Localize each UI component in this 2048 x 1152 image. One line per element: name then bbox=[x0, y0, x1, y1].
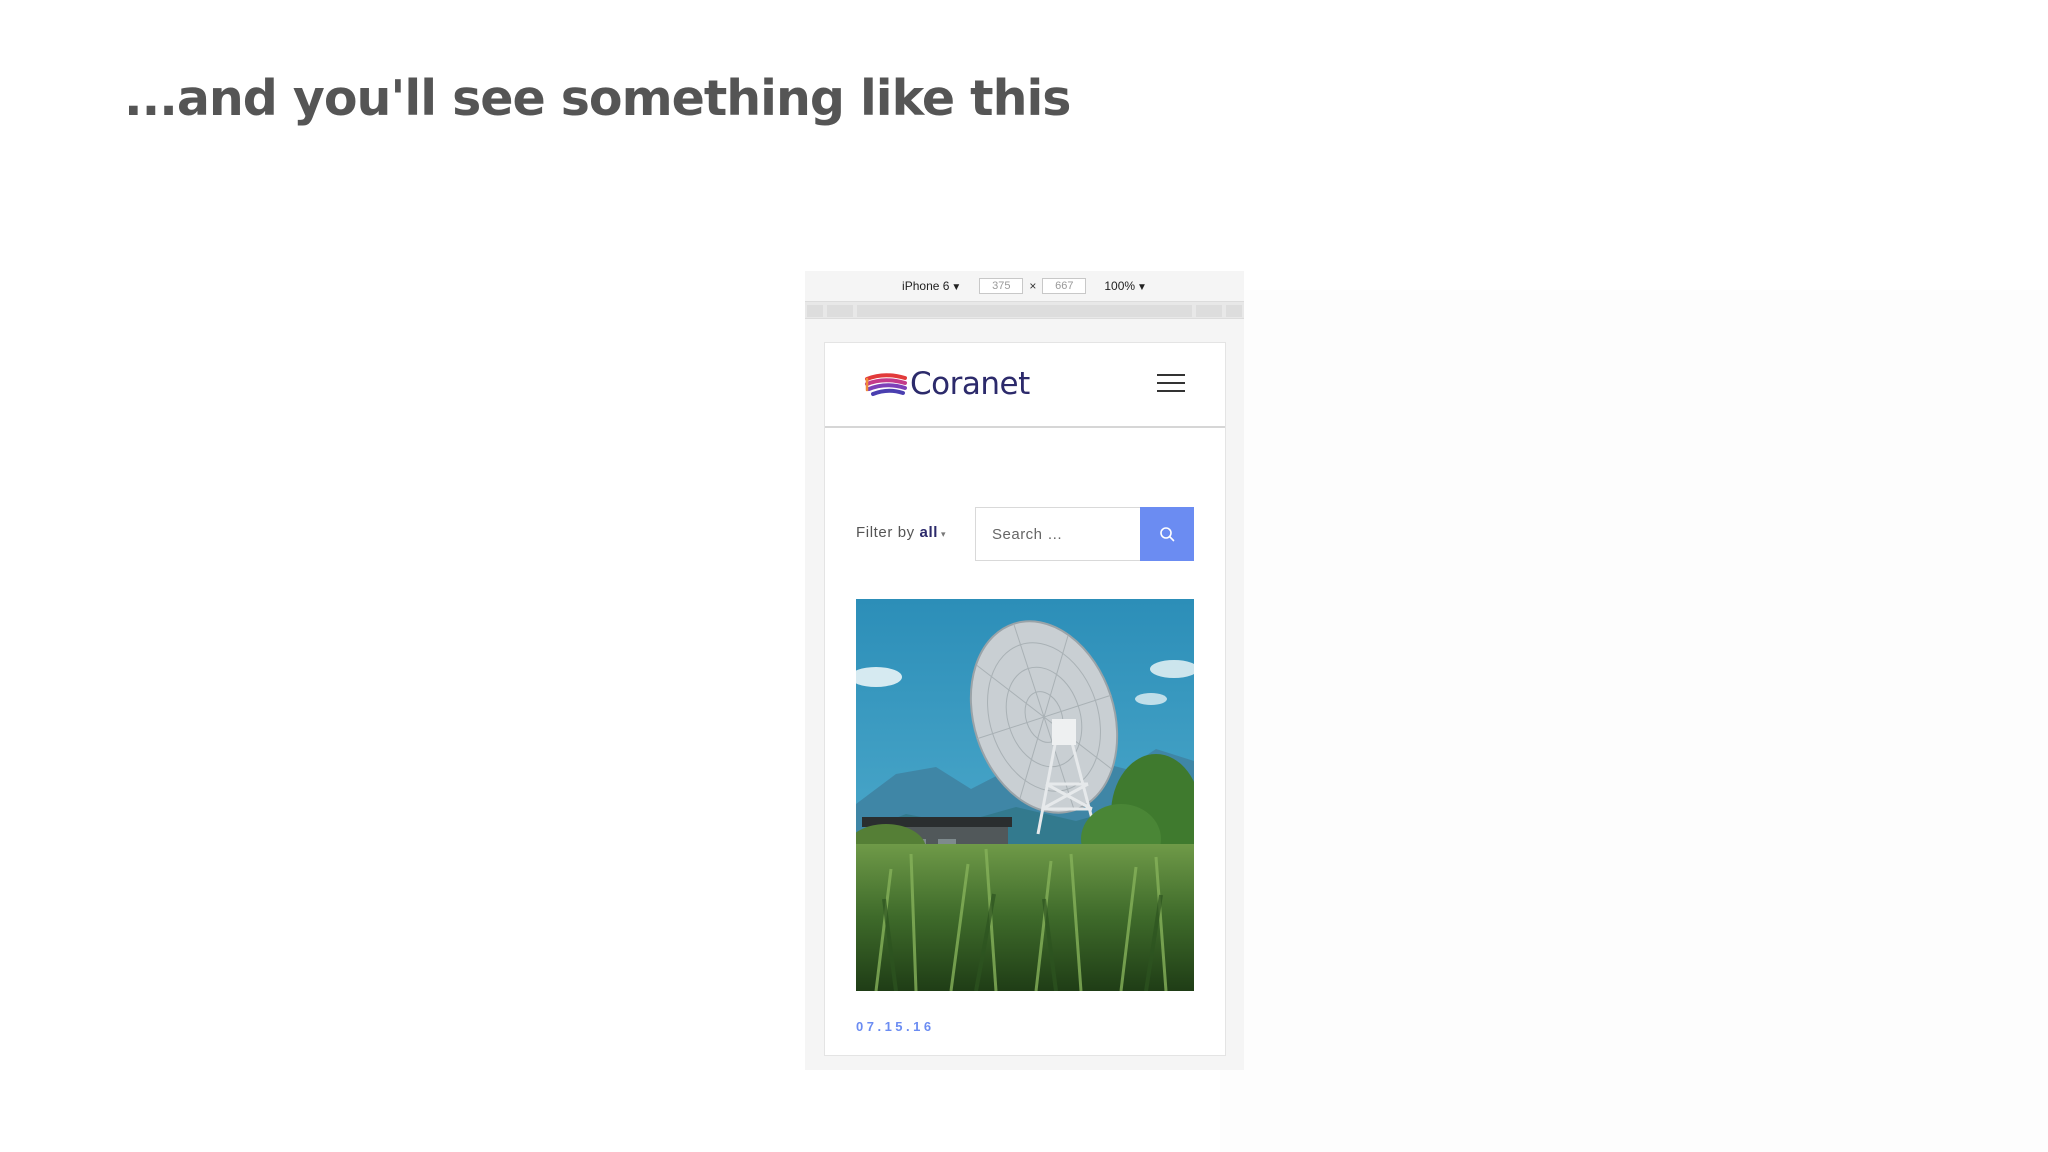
ruler-segment bbox=[1226, 305, 1242, 317]
menu-bar bbox=[1157, 390, 1185, 392]
site-logo[interactable]: Coranet bbox=[864, 366, 1030, 402]
search-button[interactable] bbox=[1140, 507, 1194, 561]
post-date: 07.15.16 bbox=[856, 1019, 935, 1034]
device-name: iPhone 6 bbox=[902, 279, 950, 293]
brand-name: Coranet bbox=[910, 366, 1030, 402]
ruler-segment bbox=[807, 305, 823, 317]
zoom-select[interactable]: 100% ▼ bbox=[1104, 279, 1147, 293]
post-image[interactable] bbox=[856, 599, 1194, 991]
device-toolbar: iPhone 6 ▼ 375 × 667 100% ▼ bbox=[805, 271, 1244, 301]
menu-bar bbox=[1157, 374, 1185, 376]
media-query-ruler[interactable] bbox=[805, 301, 1244, 319]
search-icon bbox=[1159, 526, 1174, 541]
radio-telescope-photo bbox=[856, 599, 1194, 991]
hamburger-menu-icon[interactable] bbox=[1157, 373, 1185, 395]
slide: ...and you'll see something like this iP… bbox=[0, 0, 2048, 1152]
device-select[interactable]: iPhone 6 ▼ bbox=[902, 279, 961, 293]
dimension-separator: × bbox=[1029, 279, 1037, 293]
height-field[interactable]: 667 bbox=[1042, 278, 1087, 294]
background-shade bbox=[1220, 290, 2048, 1152]
filter-dropdown[interactable]: Filter by all ▾ bbox=[856, 524, 946, 541]
slide-title: ...and you'll see something like this bbox=[124, 70, 1071, 127]
filter-label: Filter by bbox=[856, 524, 915, 541]
filter-value: all bbox=[919, 524, 939, 541]
chevron-down-icon: ▾ bbox=[941, 529, 947, 539]
menu-bar bbox=[1157, 382, 1185, 384]
device-caret-icon: ▼ bbox=[951, 282, 962, 293]
zoom-value: 100% bbox=[1104, 279, 1136, 293]
ruler-segment bbox=[857, 305, 1192, 317]
device-emulator: iPhone 6 ▼ 375 × 667 100% ▼ Coranet Filt… bbox=[805, 271, 1244, 1070]
phone-screen: Coranet Filter by all ▾ Search … 07.15.1… bbox=[824, 342, 1226, 1056]
ruler-segment bbox=[827, 305, 853, 317]
coranet-logo-icon bbox=[865, 373, 907, 396]
zoom-caret-icon: ▼ bbox=[1137, 282, 1147, 293]
search-input[interactable] bbox=[976, 508, 1141, 560]
width-field[interactable]: 375 bbox=[979, 278, 1024, 294]
search-form bbox=[975, 507, 1194, 561]
site-header: Coranet bbox=[825, 343, 1225, 428]
ruler-segment bbox=[1196, 305, 1222, 317]
